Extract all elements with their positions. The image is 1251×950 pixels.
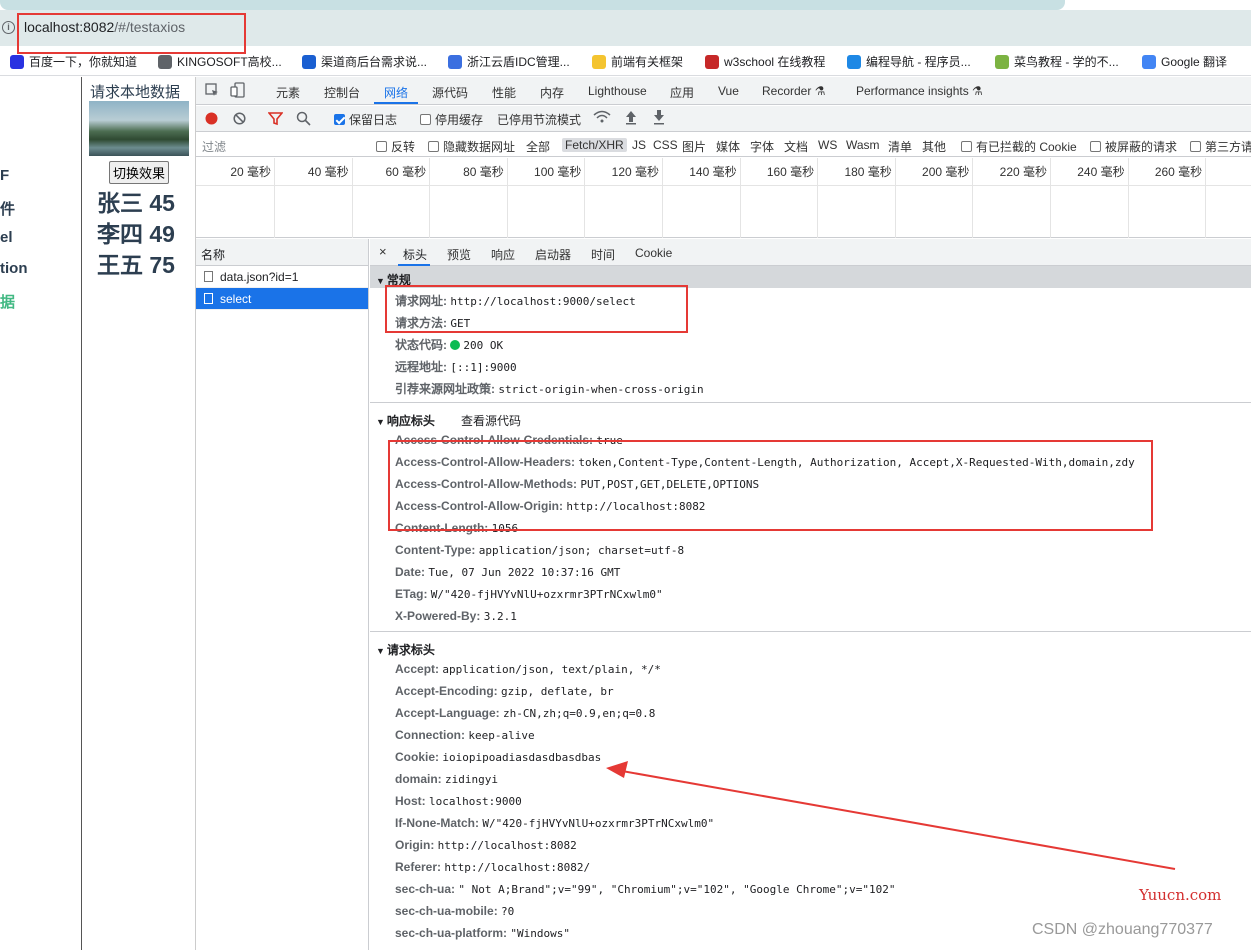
csdn-watermark: CSDN @zhouang770377: [1032, 921, 1213, 938]
annotation-arrow: [606, 761, 1176, 870]
yuucn-watermark: Yuucn.com: [1139, 886, 1222, 904]
